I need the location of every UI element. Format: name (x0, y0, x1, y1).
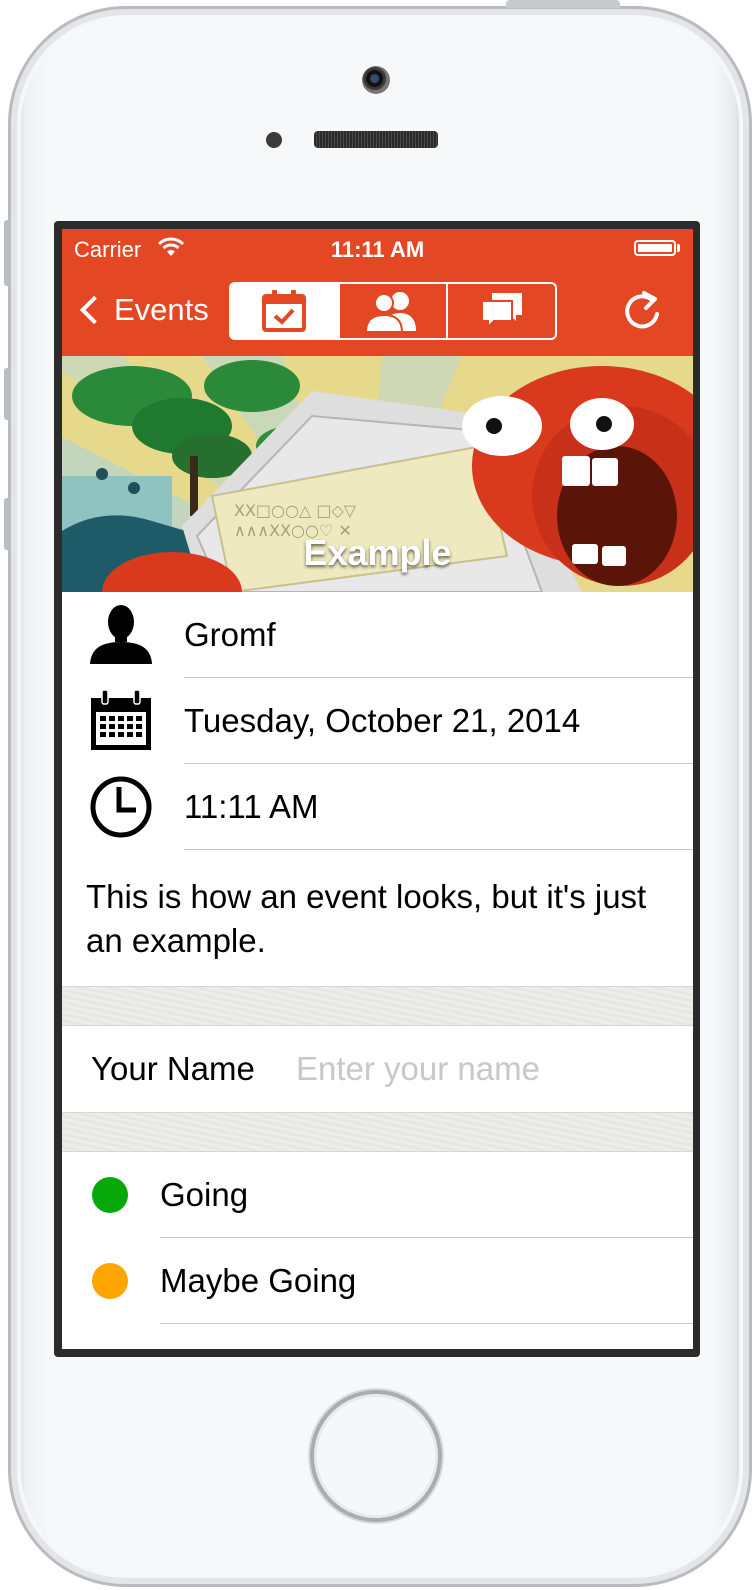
proximity-sensor (266, 132, 282, 148)
earpiece-speaker (314, 131, 438, 148)
section-separator (62, 986, 693, 1026)
chevron-left-icon (79, 295, 109, 325)
rsvp-label: Maybe Going (160, 1262, 357, 1299)
organizer-row: Gromf (62, 592, 693, 678)
segmented-control (229, 282, 557, 340)
back-button[interactable]: Events (76, 287, 209, 333)
segment-messages[interactable] (446, 284, 555, 338)
home-button[interactable] (310, 1390, 442, 1522)
segment-event-details[interactable] (231, 284, 338, 338)
rsvp-label: Going (160, 1176, 249, 1213)
event-banner: XX□○○△ □◇▽ ∧∧∧XX○○♡ ✕ Example (62, 356, 693, 592)
chat-bubbles-icon (480, 293, 522, 330)
event-description: This is how an event looks, but it's jus… (86, 878, 647, 959)
section-separator (62, 1112, 693, 1152)
calendar-check-icon (262, 290, 307, 332)
people-icon (364, 292, 416, 333)
refresh-icon[interactable] (622, 287, 664, 333)
name-label: Your Name (91, 1050, 255, 1087)
clock-icon (90, 776, 152, 838)
rsvp-option-going[interactable]: Going (62, 1152, 693, 1238)
battery-tip (677, 244, 680, 252)
status-dot-orange (92, 1263, 128, 1299)
status-bar: Carrier 11:11 AM (62, 229, 693, 269)
app-screen: Carrier 11:11 AM Events XX□○○△ □◇▽ ∧∧∧XX… (62, 229, 693, 1349)
battery-icon (634, 240, 676, 256)
name-input[interactable] (296, 1046, 666, 1092)
event-date: Tuesday, October 21, 2014 (184, 702, 581, 739)
svg-text:XX□○○△ □◇▽: XX□○○△ □◇▽ (234, 501, 357, 520)
event-title: Example (303, 532, 452, 573)
row-divider (160, 1323, 693, 1324)
volume-down-button (4, 498, 10, 550)
row-divider (184, 849, 693, 850)
calendar-icon (91, 689, 151, 750)
organizer-name: Gromf (184, 616, 276, 653)
person-silhouette-icon (90, 605, 152, 664)
name-row: Your Name (62, 1026, 693, 1112)
segment-attendees[interactable] (337, 284, 447, 338)
back-label: Events (114, 292, 209, 327)
rsvp-option-maybe-going[interactable]: Maybe Going (62, 1238, 693, 1324)
status-time: 11:11 AM (330, 237, 425, 262)
navigation-bar: Carrier 11:11 AM Events (62, 229, 693, 356)
power-button (506, 0, 620, 8)
date-row: Tuesday, October 21, 2014 (62, 678, 693, 764)
mute-switch (4, 220, 10, 286)
front-camera (362, 66, 390, 94)
volume-up-button (4, 368, 10, 420)
event-time: 11:11 AM (184, 788, 319, 825)
time-row: 11:11 AM (62, 764, 693, 850)
status-dot-green (92, 1177, 128, 1213)
